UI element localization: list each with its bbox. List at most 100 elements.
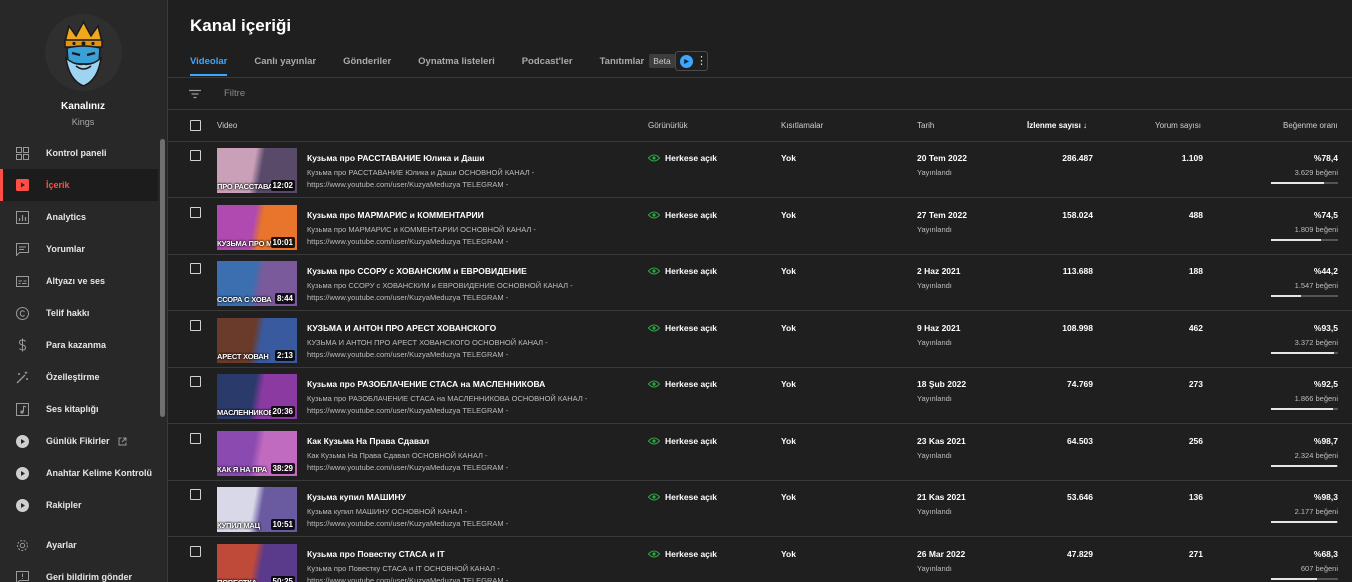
sidebar-item-keyword-check[interactable]: Anahtar Kelime Kontrolü xyxy=(0,457,158,489)
row-checkbox[interactable] xyxy=(190,545,201,557)
eye-icon xyxy=(648,323,660,332)
thumbnail-caption: КУПИЛ МАЦ xyxy=(217,521,260,530)
column-visibility[interactable]: Görünürlük xyxy=(648,121,688,130)
sidebar-item-customization[interactable]: Özelleştirme xyxy=(0,361,158,393)
video-thumbnail[interactable]: ПРО РАССТАВАНИ 12:02 xyxy=(217,148,297,193)
row-checkbox[interactable] xyxy=(190,206,201,218)
tab-label: Oynatma listeleri xyxy=(418,56,495,67)
column-restrictions[interactable]: Kısıtlamalar xyxy=(781,121,823,130)
sidebar-item-settings[interactable]: Ayarlar xyxy=(0,529,158,561)
tab-promotions[interactable]: Tanıtımlar Beta xyxy=(600,48,675,76)
like-count: 1.866 beğeni xyxy=(1294,394,1338,403)
tab-live[interactable]: Canlı yayınlar xyxy=(254,48,316,76)
video-duration: 8:44 xyxy=(274,293,295,304)
video-thumbnail[interactable]: ССОРА С ХОВА 8:44 xyxy=(217,261,297,306)
video-title[interactable]: Кузьма купил МАШИНУ xyxy=(307,492,406,502)
video-description: Как Кузьма На Права Сдавал ОСНОВНОЙ КАНА… xyxy=(307,450,607,474)
sidebar-item-daily-ideas[interactable]: Günlük Fikirler xyxy=(0,425,158,457)
video-title[interactable]: Кузьма про Повестку СТАСА и IT xyxy=(307,549,445,559)
tab-posts[interactable]: Gönderiler xyxy=(343,48,391,76)
select-all-checkbox[interactable] xyxy=(190,120,201,131)
extension-button[interactable]: ▶ ⋮ xyxy=(675,51,708,71)
sidebar-item-dashboard[interactable]: Kontrol paneli xyxy=(0,137,158,169)
video-thumbnail[interactable]: ПОВЕСТКА 50:25 xyxy=(217,543,297,582)
video-title[interactable]: Кузьма про МАРМАРИС и КОММЕНТАРИИ xyxy=(307,210,484,220)
sidebar-item-comments[interactable]: Yorumlar xyxy=(0,233,158,265)
video-thumbnail[interactable]: МАСЛЕННИКОВА 20:36 xyxy=(217,374,297,419)
table-row[interactable]: ПОВЕСТКА 50:25 Кузьма про Повестку СТАСА и… xyxy=(168,538,1352,582)
table-row[interactable]: МАСЛЕННИКОВА 20:36 Кузьма про РАЗОБЛАЧЕНИЕ… xyxy=(168,368,1352,424)
visibility-dropdown[interactable]: Herkese açık xyxy=(648,492,717,502)
column-views[interactable]: İzlenme sayısı ↓ xyxy=(1027,121,1087,130)
video-title[interactable]: КУЗЬМА И АНТОН ПРО АРЕСТ ХОВАНСКОГО xyxy=(307,323,496,333)
publish-date: 23 Kas 2021 xyxy=(917,435,966,446)
table-row[interactable]: АРЕСТ ХОВАН 2:13 КУЗЬМА И АНТОН ПРО АРЕСТ … xyxy=(168,312,1352,368)
table-row[interactable]: ССОРА С ХОВА 8:44 Кузьма про ССОРУ с ХОВАН… xyxy=(168,255,1352,311)
tab-podcasts[interactable]: Podcast'ler xyxy=(522,48,573,76)
sidebar-item-subtitles[interactable]: Altyazı ve ses xyxy=(0,265,158,297)
video-description-line: https://www.youtube.com/user/KuzyaMeduzy… xyxy=(307,180,509,189)
table-row[interactable]: ПРО РАССТАВАНИ 12:02 Кузьма про РАССТАВАНИ… xyxy=(168,142,1352,198)
sidebar-item-analytics[interactable]: Analytics xyxy=(0,201,158,233)
sidebar-item-feedback[interactable]: Geri bildirim gönder xyxy=(0,561,158,582)
sidebar-item-competitors[interactable]: Rakipler xyxy=(0,489,158,521)
video-title[interactable]: Кузьма про РАЗОБЛАЧЕНИЕ СТАСА на МАСЛЕНН… xyxy=(307,379,545,389)
video-title[interactable]: Кузьма про ССОРУ с ХОВАНСКИМ и ЕВРОВИДЕН… xyxy=(307,266,527,276)
video-description-line: Кузьма купил МАШИНУ ОСНОВНОЙ КАНАЛ - xyxy=(307,507,468,516)
sidebar-item-audio-library[interactable]: Ses kitaplığı xyxy=(0,393,158,425)
video-description: КУЗЬМА И АНТОН ПРО АРЕСТ ХОВАНСКОГО ОСНО… xyxy=(307,337,607,361)
column-date[interactable]: Tarih xyxy=(917,121,934,130)
visibility-dropdown[interactable]: Herkese açık xyxy=(648,549,717,559)
video-thumbnail[interactable]: КУПИЛ МАЦ 10:51 xyxy=(217,487,297,532)
sidebar-item-label: Ayarlar xyxy=(46,540,77,550)
channel-name: Kings xyxy=(71,117,95,127)
visibility-dropdown[interactable]: Herkese açık xyxy=(648,436,717,446)
row-checkbox[interactable] xyxy=(190,263,201,274)
filter-bar[interactable]: Filtre xyxy=(168,78,1352,109)
table-row[interactable]: КУПИЛ МАЦ 10:51 Кузьма купил МАШИНУ Кузьма … xyxy=(168,481,1352,537)
table-row[interactable]: КУЗЬМА ПРО МАРМ 10:01 Кузьма про МАРМАРИС … xyxy=(168,199,1352,255)
tab-videos[interactable]: Videolar xyxy=(190,48,228,76)
like-ratio-bar-fill xyxy=(1271,238,1321,241)
tab-playlists[interactable]: Oynatma listeleri xyxy=(418,48,495,76)
tab-label: Gönderiler xyxy=(343,56,392,67)
filter-icon[interactable] xyxy=(188,87,202,101)
sidebar-item-content[interactable]: İçerik xyxy=(0,169,158,201)
thumbnail-caption: ССОРА С ХОВА xyxy=(217,295,272,304)
table-row[interactable]: КАК Я НА ПРА 38:29 Как Кузьма На Права Сда… xyxy=(168,425,1352,481)
tab-label: Videolar xyxy=(190,56,228,67)
sidebar-item-monetization[interactable]: Para kazanma xyxy=(0,329,158,361)
row-checkbox[interactable] xyxy=(190,376,201,387)
views-count: 53.646 xyxy=(1067,492,1093,502)
feedback-icon xyxy=(15,570,29,582)
row-checkbox[interactable] xyxy=(190,319,201,331)
sidebar-item-copyright[interactable]: Telif hakkı xyxy=(0,297,158,329)
filter-input[interactable]: Filtre xyxy=(224,88,245,99)
visibility-dropdown[interactable]: Herkese açık xyxy=(648,153,717,163)
sidebar-item-label: Kontrol paneli xyxy=(46,148,107,158)
like-ratio-bar xyxy=(1271,351,1338,354)
video-description-line: https://www.youtube.com/user/KuzyaMeduzy… xyxy=(307,349,509,359)
visibility-dropdown[interactable]: Herkese açık xyxy=(648,266,717,276)
sidebar-scrollbar[interactable] xyxy=(160,139,165,417)
video-description-line: https://www.youtube.com/user/KuzyaMeduzy… xyxy=(307,519,509,528)
row-checkbox[interactable] xyxy=(190,489,201,500)
column-comments[interactable]: Yorum sayısı xyxy=(1155,121,1201,130)
restriction-value: Yok xyxy=(781,266,796,276)
video-title[interactable]: Кузьма про РАССТАВАНИЕ Юлика и Даши xyxy=(307,153,484,163)
like-ratio-bar-fill xyxy=(1271,295,1301,297)
row-checkbox[interactable] xyxy=(190,150,201,161)
video-thumbnail[interactable]: АРЕСТ ХОВАН 2:13 xyxy=(217,317,297,363)
like-ratio-bar-fill xyxy=(1271,182,1324,184)
video-thumbnail[interactable]: КАК Я НА ПРА 38:29 xyxy=(217,430,297,476)
video-thumbnail[interactable]: КУЗЬМА ПРО МАРМ 10:01 xyxy=(217,204,297,250)
column-likes[interactable]: Beğenme oranı xyxy=(1283,121,1338,130)
visibility-dropdown[interactable]: Herkese açık xyxy=(648,210,717,220)
visibility-dropdown[interactable]: Herkese açık xyxy=(648,379,717,389)
like-count: 3.372 beğeni xyxy=(1294,337,1338,347)
sidebar-nav: Kontrol paneli İçerik Analytics Yorumlar… xyxy=(0,137,158,521)
visibility-dropdown[interactable]: Herkese açık xyxy=(648,323,717,333)
row-checkbox[interactable] xyxy=(190,432,201,444)
video-title[interactable]: Как Кузьма На Права Сдавал xyxy=(307,436,429,446)
channel-avatar[interactable] xyxy=(45,14,122,91)
